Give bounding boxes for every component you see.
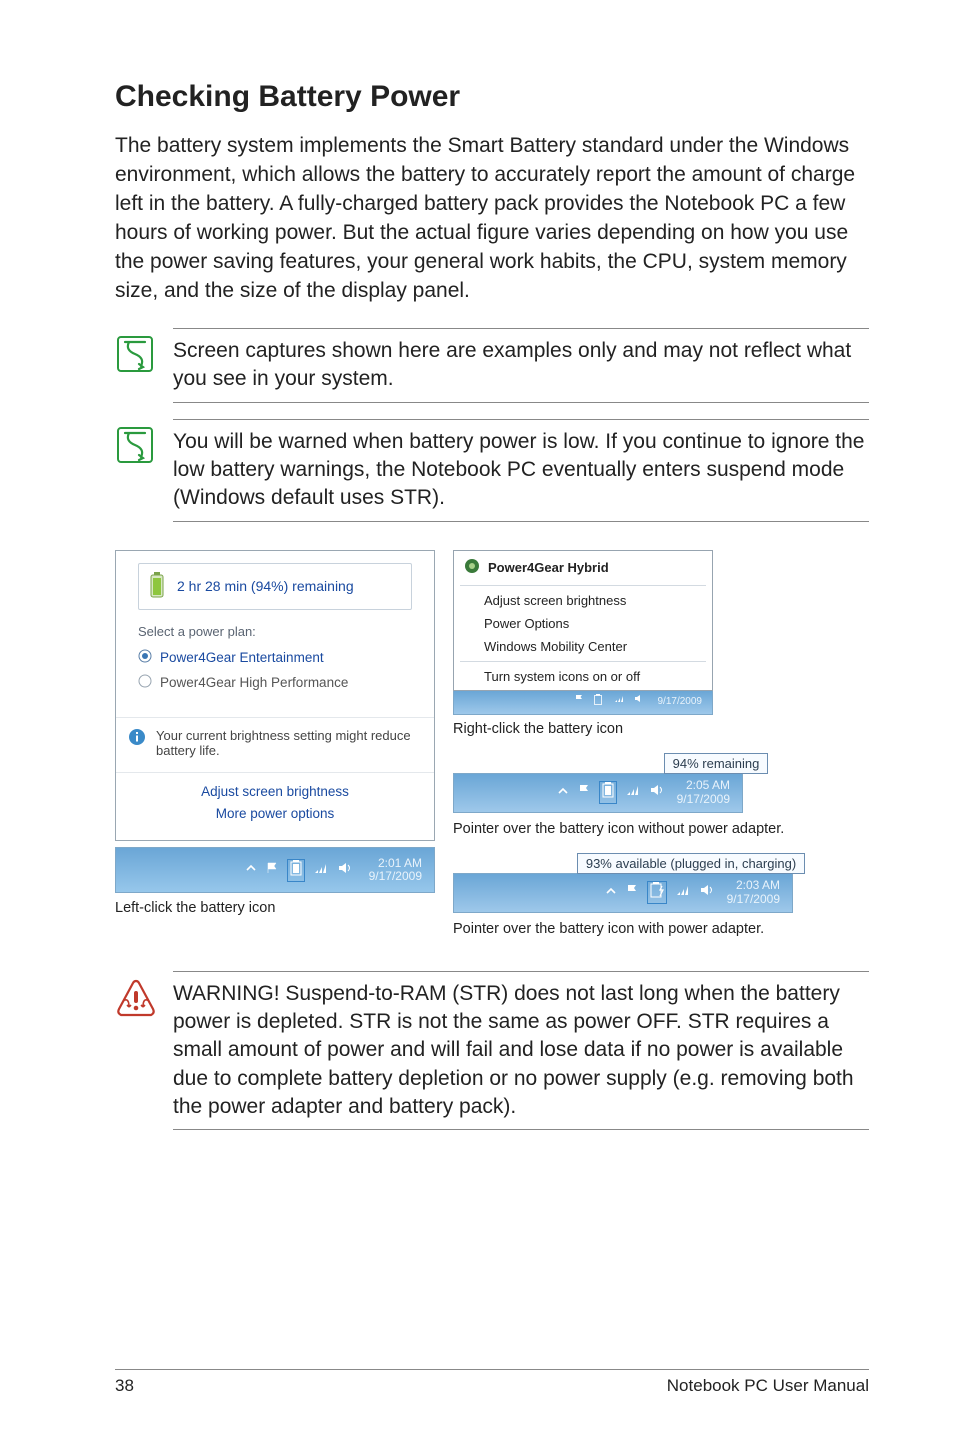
tray-date-text: 9/17/2009 xyxy=(369,870,422,884)
tt1-time: 2:05 AM xyxy=(677,779,730,793)
note-block-2: You will be warned when battery power is… xyxy=(115,419,869,522)
battery-tooltip-nopower: 94% remaining xyxy=(664,753,769,774)
radio-unchecked-icon xyxy=(138,674,152,691)
network-icon[interactable] xyxy=(625,783,641,802)
select-plan-label: Select a power plan: xyxy=(126,624,424,645)
note-icon xyxy=(115,425,155,470)
battery-popup-panel: 2 hr 28 min (94%) remaining Select a pow… xyxy=(115,550,435,842)
intro-paragraph: The battery system implements the Smart … xyxy=(115,132,869,306)
chevron-up-icon[interactable] xyxy=(245,861,257,879)
note-icon xyxy=(115,334,155,379)
battery-tray-icon[interactable] xyxy=(290,860,302,881)
flag-icon[interactable] xyxy=(574,693,586,711)
brightness-info-text: Your current brightness setting might re… xyxy=(156,728,422,758)
adjust-brightness-link[interactable]: Adjust screen brightness xyxy=(116,781,434,804)
tray-clock[interactable]: 9/17/2009 xyxy=(652,696,709,708)
page-number: 38 xyxy=(115,1376,134,1396)
power-plan-option-2[interactable]: Power4Gear High Performance xyxy=(126,670,424,695)
tooltip1-caption: Pointer over the battery icon without po… xyxy=(453,821,869,837)
footer-title: Notebook PC User Manual xyxy=(667,1376,869,1396)
battery-remaining-box: 2 hr 28 min (94%) remaining xyxy=(138,563,412,610)
volume-icon[interactable] xyxy=(699,883,715,902)
battery-tray-highlight xyxy=(599,781,617,804)
radio-checked-icon xyxy=(138,649,152,666)
tray-clock[interactable]: 2:05 AM 9/17/2009 xyxy=(671,779,736,807)
battery-tray-highlight xyxy=(287,859,305,882)
brightness-info: Your current brightness setting might re… xyxy=(116,717,434,772)
note-text-1: Screen captures shown here are examples … xyxy=(173,337,869,394)
system-tray-small: 9/17/2009 xyxy=(453,691,713,715)
flag-icon[interactable] xyxy=(265,861,279,880)
network-icon[interactable] xyxy=(675,883,691,902)
battery-tray-icon[interactable] xyxy=(602,782,614,803)
volume-icon[interactable] xyxy=(649,783,665,802)
warning-block: WARNING! Suspend-to-RAM (STR) does not l… xyxy=(115,971,869,1131)
tray-clock[interactable]: 2:01 AM 9/17/2009 xyxy=(363,857,428,885)
tooltip2-caption: Pointer over the battery icon with power… xyxy=(453,921,869,937)
volume-icon[interactable] xyxy=(634,693,646,711)
battery-remaining-text: 2 hr 28 min (94%) remaining xyxy=(177,578,354,594)
ctx-menu-header[interactable]: Power4Gear Hybrid xyxy=(456,553,710,582)
ctx-item-adjust-brightness[interactable]: Adjust screen brightness xyxy=(456,589,710,612)
power4gear-icon xyxy=(464,558,480,577)
battery-tray-highlight xyxy=(647,881,667,904)
ctx-header-label: Power4Gear Hybrid xyxy=(488,560,609,575)
plan-2-label: Power4Gear High Performance xyxy=(160,675,348,690)
note-block-1: Screen captures shown here are examples … xyxy=(115,328,869,403)
tray-date-small: 9/17/2009 xyxy=(658,696,703,708)
left-caption: Left-click the battery icon xyxy=(115,899,435,919)
warning-icon xyxy=(115,977,157,1024)
ctx-item-system-icons[interactable]: Turn system icons on or off xyxy=(456,665,710,688)
more-power-options-link[interactable]: More power options xyxy=(116,803,434,826)
power-plan-option-1[interactable]: Power4Gear Entertainment xyxy=(126,645,424,670)
tt2-time: 2:03 AM xyxy=(727,879,780,893)
battery-tray-icon[interactable] xyxy=(594,693,606,711)
flag-icon[interactable] xyxy=(625,883,639,902)
network-icon[interactable] xyxy=(614,693,626,711)
warning-text: WARNING! Suspend-to-RAM (STR) does not l… xyxy=(173,980,869,1122)
battery-context-menu: Power4Gear Hybrid Adjust screen brightne… xyxy=(453,550,713,691)
battery-tooltip-charging: 93% available (plugged in, charging) xyxy=(577,853,805,874)
ctx-item-mobility-center[interactable]: Windows Mobility Center xyxy=(456,635,710,658)
ctx-item-power-options[interactable]: Power Options xyxy=(456,612,710,635)
tt1-date: 9/17/2009 xyxy=(677,793,730,807)
network-icon[interactable] xyxy=(313,861,329,880)
chevron-up-icon[interactable] xyxy=(557,784,569,802)
battery-icon xyxy=(149,572,165,601)
page-footer: 38 Notebook PC User Manual xyxy=(115,1369,869,1396)
battery-charging-icon[interactable] xyxy=(650,882,664,903)
volume-icon[interactable] xyxy=(337,861,353,880)
tt2-date: 9/17/2009 xyxy=(727,893,780,907)
tray-time-text: 2:01 AM xyxy=(369,857,422,871)
tray-clock[interactable]: 2:03 AM 9/17/2009 xyxy=(721,879,786,907)
note-text-2: You will be warned when battery power is… xyxy=(173,428,869,513)
info-icon xyxy=(128,728,146,749)
system-tray-tooltip2: 2:03 AM 9/17/2009 xyxy=(453,873,793,913)
flag-icon[interactable] xyxy=(577,783,591,802)
page-heading: Checking Battery Power xyxy=(115,80,869,114)
system-tray: 2:01 AM 9/17/2009 xyxy=(115,847,435,893)
plan-1-label: Power4Gear Entertainment xyxy=(160,650,324,665)
chevron-up-icon[interactable] xyxy=(605,884,617,902)
context-menu-caption: Right-click the battery icon xyxy=(453,721,869,737)
system-tray-tooltip1: 2:05 AM 9/17/2009 xyxy=(453,773,743,813)
